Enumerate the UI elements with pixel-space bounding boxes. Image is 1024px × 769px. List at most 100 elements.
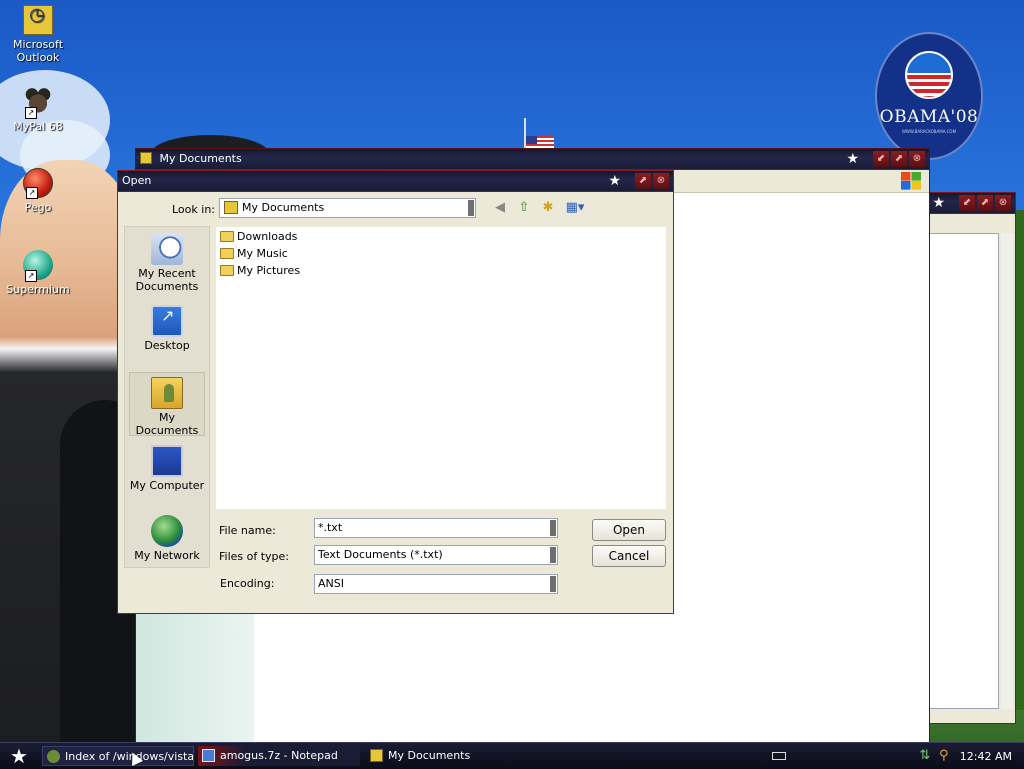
dialog-title: Open xyxy=(122,174,152,187)
place-label: Desktop xyxy=(144,339,190,352)
star-icon: ★ xyxy=(846,151,859,167)
file-name: Downloads xyxy=(237,230,298,243)
list-item[interactable]: My Pictures xyxy=(220,263,300,279)
shortcut-arrow-icon: ↗ xyxy=(26,187,38,199)
files-of-type-dropdown[interactable]: Text Documents (*.txt) xyxy=(314,545,558,565)
pictures-folder-icon xyxy=(220,265,234,276)
desktop-icon-pego[interactable]: ↗ Pego xyxy=(0,168,76,214)
look-in-dropdown[interactable]: My Documents xyxy=(219,198,476,218)
place-my-documents[interactable]: My Documents xyxy=(129,372,205,437)
search-icon[interactable]: ⚲ xyxy=(937,749,951,763)
file-list[interactable]: Downloads My Music My Pictures xyxy=(216,227,666,509)
desktop-icon-supermium[interactable]: ↗ Supermium xyxy=(0,250,76,296)
view-menu-icon[interactable]: ▦▾ xyxy=(563,200,587,216)
cancel-button[interactable]: Cancel xyxy=(592,545,666,567)
encoding-label: Encoding: xyxy=(220,577,275,590)
list-item[interactable]: My Music xyxy=(220,246,288,262)
keyboard-icon[interactable] xyxy=(771,752,786,760)
taskbar-item-browser[interactable]: Index of /windows/vista/ - xyxy=(42,746,194,766)
windows-logo-icon xyxy=(901,172,921,190)
explorer-titlebar[interactable]: My Documents ★ ⬋ ⬈ ⊗ xyxy=(136,149,929,170)
dropdown-arrow[interactable] xyxy=(550,576,556,592)
open-dialog[interactable]: Open ★ ⬈ ⊗ Look in: My Documents ◀ ⇧ ✱ ▦… xyxy=(117,170,674,614)
file-name-label: File name: xyxy=(219,524,276,537)
maximize-button[interactable]: ⬈ xyxy=(635,173,651,189)
start-button[interactable]: ★ xyxy=(6,743,32,769)
folder-icon xyxy=(220,231,234,242)
place-label: My Network xyxy=(134,549,200,562)
desktop-icon-label: MyPal 68 xyxy=(13,120,63,133)
look-in-label: Look in: xyxy=(172,203,215,216)
system-tray: ⇅ ⚲ 12:42 AM xyxy=(771,743,1024,769)
desktop-icon xyxy=(151,305,183,337)
notepad-icon xyxy=(202,749,215,762)
new-folder-icon[interactable]: ✱ xyxy=(539,200,557,216)
mypal-icon: ↗ xyxy=(23,87,53,119)
dropdown-arrow[interactable] xyxy=(550,547,556,563)
place-label: My Computer xyxy=(129,479,205,492)
obama-08-badge: OBAMA'08 WWW.BARACKOBAMA.COM xyxy=(875,32,983,160)
place-label: My Documents xyxy=(135,411,199,437)
look-in-value: My Documents xyxy=(242,201,325,214)
taskbar-item-my-documents[interactable]: My Documents xyxy=(366,746,526,766)
places-bar: My Recent Documents Desktop My Documents… xyxy=(124,226,210,568)
taskbar-item-label: amogus.7z - Notepad xyxy=(220,749,338,762)
my-documents-icon xyxy=(151,377,183,409)
my-documents-icon xyxy=(224,201,238,214)
minimize-button[interactable]: ⬋ xyxy=(873,151,889,167)
place-label: My Recent Documents xyxy=(135,267,199,293)
back-icon[interactable]: ◀ xyxy=(491,200,509,216)
obama-badge-url: WWW.BARACKOBAMA.COM xyxy=(901,129,957,134)
maximize-button[interactable]: ⬈ xyxy=(977,195,993,211)
taskbar-item-label: My Documents xyxy=(388,749,471,762)
supermium-icon: ↗ xyxy=(23,250,53,282)
up-folder-icon[interactable]: ⇧ xyxy=(515,200,533,216)
star-icon: ★ xyxy=(608,173,621,189)
shortcut-arrow-icon: ↗ xyxy=(25,270,37,282)
open-dialog-titlebar[interactable]: Open ★ ⬈ ⊗ xyxy=(118,171,673,192)
maximize-button[interactable]: ⬈ xyxy=(891,151,907,167)
place-my-computer[interactable]: My Computer xyxy=(125,445,209,492)
place-desktop[interactable]: Desktop xyxy=(125,305,209,352)
list-item[interactable]: Downloads xyxy=(220,229,297,245)
file-name-input[interactable]: *.txt xyxy=(314,518,558,538)
desktop-icon-label: Microsoft Outlook xyxy=(12,38,64,64)
recent-documents-icon xyxy=(151,233,183,265)
shortcut-arrow-icon: ↗ xyxy=(25,107,37,119)
encoding-value: ANSI xyxy=(318,577,344,590)
browser-icon xyxy=(47,750,60,763)
obama-badge-text: OBAMA'08 xyxy=(879,107,979,127)
desktop-icon-label: Supermium xyxy=(6,283,70,296)
desktop-icon-mypal[interactable]: ↗ MyPal 68 xyxy=(0,87,76,133)
taskbar-item-notepad[interactable]: amogus.7z - Notepad xyxy=(198,746,360,766)
file-name: My Music xyxy=(237,247,288,260)
my-network-icon xyxy=(151,515,183,547)
taskbar: ★ Index of /windows/vista/ - amogus.7z -… xyxy=(0,742,1024,769)
music-folder-icon xyxy=(220,248,234,259)
file-name: My Pictures xyxy=(237,264,301,277)
network-icon[interactable]: ⇅ xyxy=(918,749,932,763)
minimize-button[interactable]: ⬋ xyxy=(959,195,975,211)
my-computer-icon xyxy=(151,445,183,477)
file-name-value: *.txt xyxy=(318,521,343,534)
desktop-icon-outlook[interactable]: Microsoft Outlook xyxy=(0,5,76,64)
place-my-recent-documents[interactable]: My Recent Documents xyxy=(125,233,209,293)
obama-logo-icon xyxy=(905,51,953,99)
folder-icon xyxy=(140,152,152,164)
star-icon: ★ xyxy=(932,195,945,211)
close-button[interactable]: ⊗ xyxy=(995,195,1011,211)
dropdown-arrow[interactable] xyxy=(468,200,474,216)
folder-icon xyxy=(370,749,383,762)
clock[interactable]: 12:42 AM xyxy=(960,750,1012,763)
close-button[interactable]: ⊗ xyxy=(653,173,669,189)
window-title: My Documents xyxy=(159,152,242,165)
files-of-type-value: Text Documents (*.txt) xyxy=(318,548,443,561)
desktop-icon-label: Pego xyxy=(24,201,52,214)
open-button[interactable]: Open xyxy=(592,519,666,541)
vertical-scrollbar[interactable] xyxy=(1001,233,1013,709)
place-my-network[interactable]: My Network xyxy=(125,515,209,562)
encoding-dropdown[interactable]: ANSI xyxy=(314,574,558,594)
close-button[interactable]: ⊗ xyxy=(909,151,925,167)
outlook-icon xyxy=(23,5,53,35)
dropdown-arrow[interactable] xyxy=(550,520,556,536)
